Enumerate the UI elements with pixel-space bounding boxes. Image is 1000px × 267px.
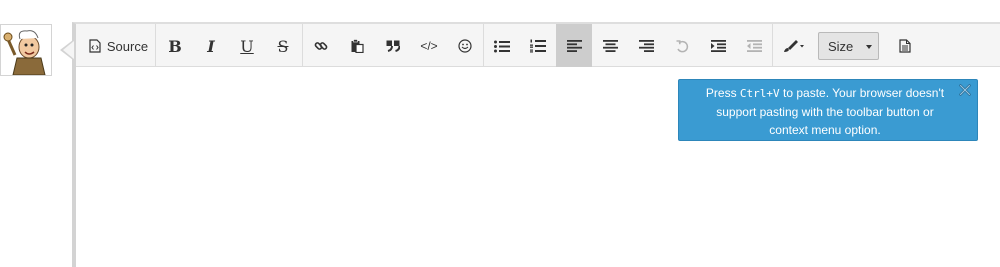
- bulleted-list-icon: [494, 40, 510, 52]
- outdent-icon: [746, 40, 762, 52]
- bulleted-list-button[interactable]: [484, 28, 520, 64]
- source-label: Source: [106, 38, 149, 54]
- avatar-pointer-inner: [63, 41, 74, 59]
- numbered-list-icon: [530, 39, 546, 53]
- indent-icon: [710, 40, 726, 52]
- font-size-label: Size: [828, 38, 854, 54]
- align-right-button[interactable]: [628, 28, 664, 64]
- underline-button[interactable]: U: [230, 28, 264, 64]
- bold-icon: B: [168, 36, 182, 56]
- paste-icon: [351, 39, 364, 53]
- source-button[interactable]: Source: [86, 28, 150, 64]
- italic-icon: I: [207, 36, 215, 56]
- close-icon[interactable]: [958, 83, 972, 97]
- toolbar-separator: [302, 24, 303, 66]
- undo-button[interactable]: [664, 28, 700, 64]
- bold-button[interactable]: B: [158, 28, 192, 64]
- editor-toolbar: Source B I U S </> Size: [76, 24, 1000, 67]
- paintbrush-icon: [784, 40, 804, 52]
- code-icon: </>: [420, 39, 438, 53]
- align-center-button[interactable]: [592, 28, 628, 64]
- smiley-button[interactable]: [448, 28, 482, 64]
- font-size-dropdown[interactable]: Size: [818, 32, 879, 60]
- blockquote-button[interactable]: [376, 28, 410, 64]
- underline-icon: U: [240, 36, 254, 56]
- align-left-icon: [566, 39, 582, 52]
- quote-icon: [386, 40, 400, 52]
- toolbar-separator: [772, 24, 773, 66]
- toolbar-separator: [155, 24, 156, 66]
- indent-button[interactable]: [700, 28, 736, 64]
- strikethrough-button[interactable]: S: [266, 28, 300, 64]
- avatar: [0, 24, 52, 76]
- notification-shortcut: Ctrl+V: [739, 87, 780, 100]
- align-center-icon: [602, 40, 618, 52]
- numbered-list-button[interactable]: [520, 28, 556, 64]
- document-button[interactable]: [888, 28, 922, 64]
- outdent-button[interactable]: [736, 28, 772, 64]
- italic-button[interactable]: I: [194, 28, 228, 64]
- undo-icon: [676, 39, 688, 52]
- paste-button[interactable]: [340, 28, 374, 64]
- strikethrough-icon: S: [277, 36, 289, 56]
- notification-text-before: Press: [705, 86, 740, 100]
- paste-notification: Press Ctrl+V to paste. Your browser does…: [678, 79, 978, 141]
- rich-text-editor: Source B I U S </> Size: [72, 22, 1000, 267]
- chevron-down-icon: [866, 45, 872, 49]
- document-icon: [899, 39, 911, 53]
- link-icon: [314, 42, 328, 50]
- align-left-button[interactable]: [556, 24, 592, 67]
- smiley-icon: [458, 39, 472, 53]
- source-icon: [89, 39, 101, 53]
- link-button[interactable]: [304, 28, 338, 64]
- align-right-icon: [638, 40, 654, 52]
- code-button[interactable]: </>: [412, 28, 446, 64]
- style-brush-button[interactable]: [776, 28, 812, 64]
